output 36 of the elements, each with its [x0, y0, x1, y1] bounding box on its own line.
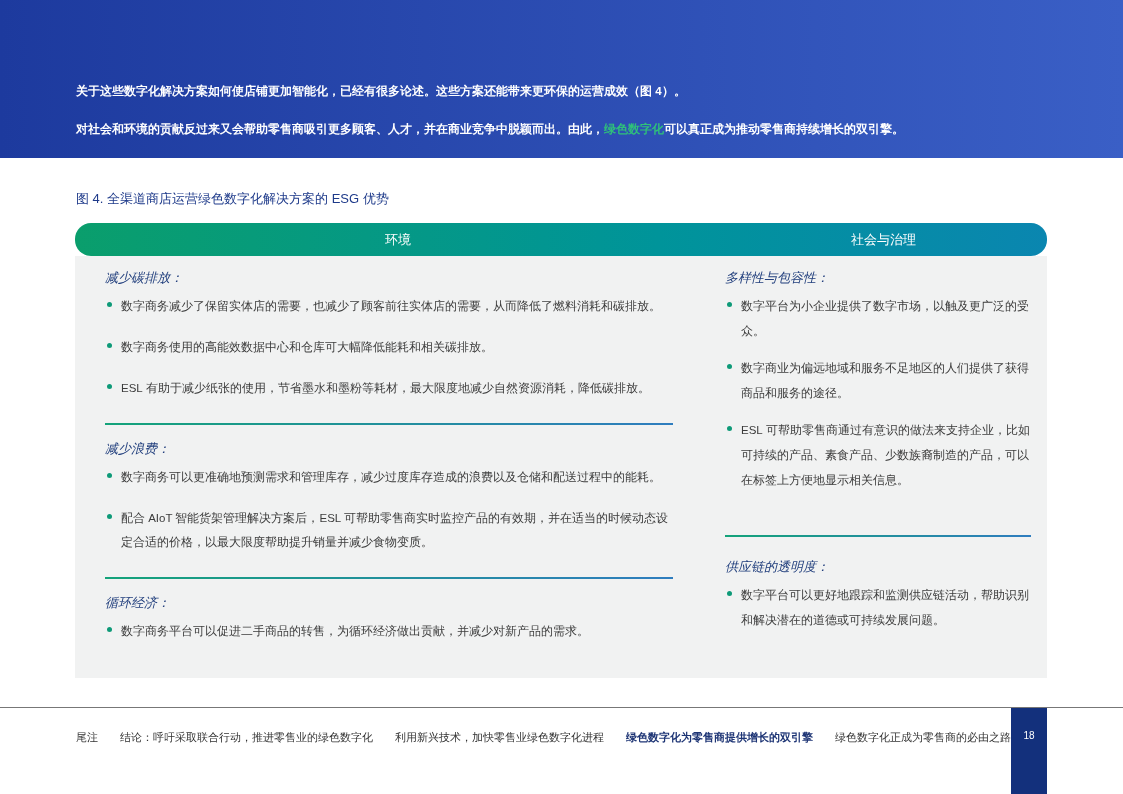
bullet-icon: [107, 302, 112, 307]
intro-paragraph: 对社会和环境的贡献反过来又会帮助零售商吸引更多顾客、人才，并在商业竞争中脱颖而出。由此，绿色数字化可以真正成为推动零售商持续增长的双引擎。: [76, 121, 904, 138]
section-title: 多样性与包容性：: [725, 269, 829, 287]
bullet-icon: [727, 591, 732, 596]
section-title: 循环经济：: [105, 594, 170, 612]
bullet-icon: [727, 364, 732, 369]
bullet-icon: [107, 473, 112, 478]
figure-title: 图 4. 全渠道商店运营绿色数字化解决方案的 ESG 优势: [76, 190, 389, 208]
bullet-icon: [107, 514, 112, 519]
bullet-icon: [727, 426, 732, 431]
footer-nav-link[interactable]: 绿色数字化为零售商提供增长的双引擎: [626, 728, 813, 746]
bullet-text: 数字商务减少了保留实体店的需要，也减少了顾客前往实体店的需要，从而降低了燃料消耗和碳排放。: [121, 299, 661, 314]
footer-nav-link[interactable]: 利用新兴技术，加快零售业绿色数字化进程: [395, 728, 604, 746]
bullet-text: ESL 可帮助零售商通过有意识的做法来支持企业，比如可持续的产品、素食产品、少数族裔制造的产品，可以在标签上方便地显示相关信息。: [741, 423, 1031, 488]
bullet-text: 数字商务使用的高能效数据中心和仓库可大幅降低能耗和相关碳排放。: [121, 340, 493, 355]
column-heading: 环境: [383, 230, 412, 249]
footer-nav-link[interactable]: 尾注: [76, 728, 98, 746]
bullet-text: 数字平台为小企业提供了数字市场，以触及更广泛的受众。: [741, 299, 1030, 339]
footer-nav-link[interactable]: 结论：呼吁采取联合行动，推进零售业的绿色数字化: [120, 728, 373, 746]
section-title: 供应链的透明度：: [725, 558, 829, 576]
bullet-icon: [107, 343, 112, 348]
section-title: 减少碳排放：: [105, 269, 183, 287]
bullet-text: 数字商务平台可以促进二手商品的转售，为循环经济做出贡献，并减少对新产品的需求。: [121, 624, 589, 639]
column-heading: 社会与治理: [850, 230, 917, 249]
bullet-text: 数字商务可以更准确地预测需求和管理库存，减少过度库存造成的浪费以及仓储和配送过程中的能耗。: [121, 470, 661, 485]
bullet-text: 配合 AIoT 智能货架管理解决方案后，ESL 可帮助零售商实时监控产品的有效期，并在适当的时候动态设定合适的价格，以最大限度帮助提升销量并减少食物变质。: [121, 511, 669, 550]
intro-paragraph: 关于这些数字化解决方案如何使店铺更加智能化，已经有很多论述。这些方案还能带来更环保的运营成效（图 4）。: [76, 83, 687, 100]
bullet-text: ESL 有助于减少纸张的使用，节省墨水和墨粉等耗材，最大限度地减少自然资源消耗，降低碳排放。: [121, 381, 650, 396]
bullet-text: 数字商业为偏远地域和服务不足地区的人们提供了获得商品和服务的途径。: [741, 361, 1030, 401]
bullet-icon: [727, 302, 732, 307]
section-title: 减少浪费：: [105, 440, 170, 458]
footer-nav-link[interactable]: 绿色数字化正成为零售商的必由之路: [835, 728, 1011, 746]
bullet-icon: [107, 627, 112, 632]
page-number: 18: [1011, 708, 1047, 794]
bullet-icon: [107, 384, 112, 389]
bullet-text: 数字平台可以更好地跟踪和监测供应链活动，帮助识别和解决潜在的道德或可持续发展问题。: [741, 588, 1030, 628]
